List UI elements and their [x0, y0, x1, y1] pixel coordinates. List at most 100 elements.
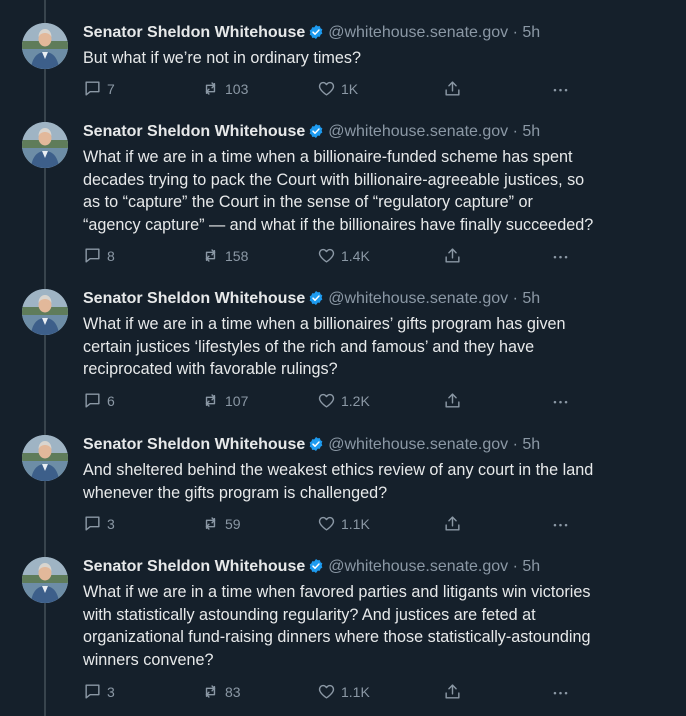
repost-icon	[201, 684, 225, 700]
like-button[interactable]: 1.2K	[317, 391, 370, 411]
like-button[interactable]: 1.1K	[317, 682, 370, 702]
more-icon	[551, 516, 575, 532]
more-button[interactable]	[551, 514, 575, 534]
verified-badge-icon	[308, 123, 324, 139]
avatar[interactable]	[22, 289, 68, 335]
more-button[interactable]	[551, 79, 575, 99]
more-icon	[551, 684, 575, 700]
repost-button[interactable]: 59	[201, 514, 241, 534]
avatar[interactable]	[22, 557, 68, 603]
author-handle[interactable]: @whitehouse.senate.gov	[328, 123, 508, 140]
repost-button[interactable]: 83	[201, 682, 241, 702]
share-icon	[443, 81, 467, 97]
more-button[interactable]	[551, 391, 575, 411]
action-bar: 8 158 1.4K	[83, 246, 583, 266]
tweet-header: Senator Sheldon Whitehouse @whitehouse.se…	[83, 23, 540, 43]
reply-button[interactable]: 3	[83, 514, 115, 534]
timestamp[interactable]: 5h	[522, 123, 540, 140]
author-name[interactable]: Senator Sheldon Whitehouse	[83, 123, 305, 140]
author-name[interactable]: Senator Sheldon Whitehouse	[83, 290, 305, 307]
like-button[interactable]: 1K	[317, 79, 358, 99]
share-icon	[443, 248, 467, 264]
separator: ·	[512, 123, 518, 140]
heart-icon	[317, 81, 341, 97]
more-button[interactable]	[551, 682, 575, 702]
repost-button[interactable]: 103	[201, 79, 248, 99]
heart-icon	[317, 516, 341, 532]
like-count: 1.2K	[341, 393, 370, 409]
like-count: 1.1K	[341, 684, 370, 700]
share-button[interactable]	[443, 391, 467, 411]
share-button[interactable]	[443, 246, 467, 266]
author-name[interactable]: Senator Sheldon Whitehouse	[83, 24, 305, 41]
reply-count: 7	[107, 81, 115, 97]
reply-button[interactable]: 6	[83, 391, 115, 411]
reply-icon	[83, 684, 107, 700]
share-icon	[443, 516, 467, 532]
like-count: 1.4K	[341, 248, 370, 264]
repost-icon	[201, 81, 225, 97]
heart-icon	[317, 684, 341, 700]
reply-button[interactable]: 3	[83, 682, 115, 702]
avatar[interactable]	[22, 23, 68, 69]
action-bar: 3 59 1.1K	[83, 514, 583, 534]
tweet-text: What if we are in a time when favored pa…	[83, 583, 591, 669]
share-icon	[443, 393, 467, 409]
reply-count: 3	[107, 516, 115, 532]
thread: Senator Sheldon Whitehouse @whitehouse.se…	[0, 0, 686, 716]
timestamp[interactable]: 5h	[522, 290, 540, 307]
tweet-text: What if we are in a time when a billiona…	[83, 315, 566, 379]
repost-icon	[201, 248, 225, 264]
action-bar: 6 107 1.2K	[83, 391, 583, 411]
verified-badge-icon	[308, 436, 324, 452]
tweet-text: But what if we’re not in ordinary times?	[83, 49, 362, 67]
repost-count: 107	[225, 393, 249, 409]
reply-button[interactable]: 7	[83, 79, 115, 99]
tweet-header: Senator Sheldon Whitehouse @whitehouse.se…	[83, 557, 540, 577]
author-handle[interactable]: @whitehouse.senate.gov	[328, 24, 508, 41]
tweet-text: What if we are in a time when a billiona…	[83, 148, 594, 234]
repost-count: 59	[225, 516, 241, 532]
tweet-header: Senator Sheldon Whitehouse @whitehouse.se…	[83, 435, 540, 455]
author-name[interactable]: Senator Sheldon Whitehouse	[83, 436, 305, 453]
like-button[interactable]: 1.1K	[317, 514, 370, 534]
thread-line	[44, 0, 46, 716]
author-handle[interactable]: @whitehouse.senate.gov	[328, 290, 508, 307]
share-button[interactable]	[443, 514, 467, 534]
repost-icon	[201, 516, 225, 532]
repost-button[interactable]: 158	[201, 246, 248, 266]
author-handle[interactable]: @whitehouse.senate.gov	[328, 558, 508, 575]
reply-icon	[83, 516, 107, 532]
heart-icon	[317, 248, 341, 264]
tweet-header: Senator Sheldon Whitehouse @whitehouse.se…	[83, 289, 540, 309]
author-handle[interactable]: @whitehouse.senate.gov	[328, 436, 508, 453]
tweet-header: Senator Sheldon Whitehouse @whitehouse.se…	[83, 122, 540, 142]
reply-icon	[83, 248, 107, 264]
timestamp[interactable]: 5h	[522, 24, 540, 41]
reply-count: 8	[107, 248, 115, 264]
action-bar: 3 83 1.1K	[83, 682, 583, 702]
separator: ·	[512, 24, 518, 41]
reply-button[interactable]: 8	[83, 246, 115, 266]
timestamp[interactable]: 5h	[522, 436, 540, 453]
repost-button[interactable]: 107	[201, 391, 248, 411]
avatar[interactable]	[22, 435, 68, 481]
share-button[interactable]	[443, 79, 467, 99]
more-button[interactable]	[551, 246, 575, 266]
repost-count: 83	[225, 684, 241, 700]
avatar[interactable]	[22, 122, 68, 168]
separator: ·	[512, 558, 518, 575]
share-icon	[443, 684, 467, 700]
timestamp[interactable]: 5h	[522, 558, 540, 575]
more-icon	[551, 248, 575, 264]
share-button[interactable]	[443, 682, 467, 702]
author-name[interactable]: Senator Sheldon Whitehouse	[83, 558, 305, 575]
heart-icon	[317, 393, 341, 409]
reply-count: 3	[107, 684, 115, 700]
tweet-text: And sheltered behind the weakest ethics …	[83, 461, 594, 502]
like-count: 1.1K	[341, 516, 370, 532]
reply-icon	[83, 81, 107, 97]
like-button[interactable]: 1.4K	[317, 246, 370, 266]
reply-count: 6	[107, 393, 115, 409]
like-count: 1K	[341, 81, 359, 97]
